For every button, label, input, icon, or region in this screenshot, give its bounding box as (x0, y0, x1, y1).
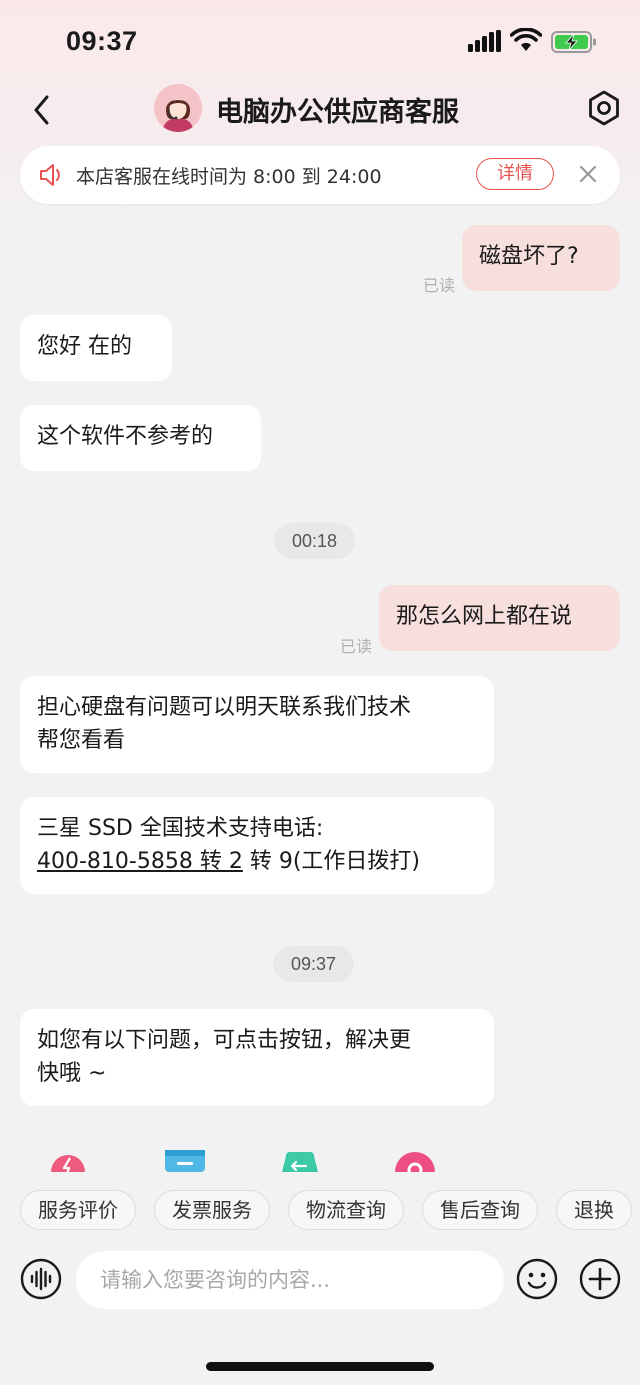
message-bubble-outgoing[interactable]: 磁盘坏了? (462, 225, 620, 291)
read-receipt: 已读 (423, 276, 456, 295)
notice-detail-button[interactable]: 详情 (476, 158, 554, 190)
message-text-line: 如您有以下问题，可点击按钮，解决更 (37, 1028, 412, 1053)
phone-number-link[interactable]: 400-810-5858 转 2 (37, 849, 243, 874)
settings-icon[interactable] (584, 88, 624, 128)
message-text: 这个软件不参考的 (37, 424, 214, 449)
chip-return-exchange[interactable]: 退换 (556, 1190, 632, 1230)
close-icon[interactable] (578, 164, 598, 184)
message-text-line: 帮您看看 (37, 728, 126, 753)
timestamp-divider: 00:18 (274, 523, 356, 559)
message-text-line: 三星 SSD 全国技术支持电话: (37, 816, 324, 841)
message-text: 那怎么网上都在说 (396, 604, 573, 629)
read-receipt: 已读 (340, 637, 373, 656)
notice-text: 本店客服在线时间为 8:00 到 24:00 (76, 166, 382, 188)
message-text: 磁盘坏了? (479, 244, 579, 269)
chip-after-sales-query[interactable]: 售后查询 (422, 1190, 538, 1230)
status-time: 09:37 (66, 26, 138, 56)
wifi-icon (510, 28, 542, 51)
battery-icon (551, 31, 596, 53)
timestamp-divider: 09:37 (273, 946, 355, 982)
agent-avatar[interactable] (154, 84, 202, 132)
message-bubble-outgoing[interactable]: 那怎么网上都在说 (379, 585, 620, 651)
chip-logistics-query[interactable]: 物流查询 (288, 1190, 404, 1230)
chat-title: 电脑办公供应商客服 (216, 97, 459, 128)
message-bubble-incoming[interactable]: 您好 在的 (20, 315, 172, 381)
service-hours-notice: 本店客服在线时间为 8:00 到 24:00 详情 (20, 146, 620, 204)
speaker-icon (40, 164, 60, 186)
return-icon[interactable] (278, 1150, 322, 1172)
message-input-box[interactable] (76, 1251, 504, 1309)
message-text-line: 快哦 ~ (37, 1061, 107, 1086)
message-text-suffix: 转 9(工作日拨打) (242, 849, 420, 874)
home-indicator[interactable] (206, 1362, 434, 1371)
chip-invoice-service[interactable]: 发票服务 (154, 1190, 270, 1230)
emoji-icon[interactable] (516, 1258, 558, 1300)
signal-icon (468, 30, 501, 52)
agent-avatar-icon (154, 84, 202, 132)
message-input[interactable] (76, 1251, 504, 1309)
message-text-line: 担心硬盘有问题可以明天联系我们技术 (37, 695, 412, 720)
status-bar: 09:37 (0, 0, 640, 80)
quick-reply-chips: 服务评价 发票服务 物流查询 售后查询 退换 (20, 1190, 640, 1232)
message-text: 您好 在的 (37, 334, 132, 359)
voice-input-icon[interactable] (20, 1258, 62, 1300)
message-bubble-incoming[interactable]: 如您有以下问题，可点击按钮，解决更 快哦 ~ (20, 1009, 494, 1106)
message-bubble-incoming[interactable]: 担心硬盘有问题可以明天联系我们技术 帮您看看 (20, 676, 494, 773)
search-circle-icon[interactable] (395, 1150, 435, 1172)
plus-icon[interactable] (579, 1258, 621, 1300)
invoice-icon[interactable] (165, 1150, 205, 1172)
message-bubble-incoming[interactable]: 三星 SSD 全国技术支持电话: 400-810-5858 转 2 转 9(工作… (20, 797, 494, 894)
message-text-line: 400-810-5858 转 2 转 9(工作日拨打) (37, 845, 477, 878)
chip-service-review[interactable]: 服务评价 (20, 1190, 136, 1230)
flash-icon[interactable] (48, 1150, 88, 1172)
message-bubble-incoming[interactable]: 这个软件不参考的 (20, 405, 261, 471)
chat-header: 电脑办公供应商客服 (0, 80, 640, 140)
back-icon[interactable] (26, 90, 58, 130)
